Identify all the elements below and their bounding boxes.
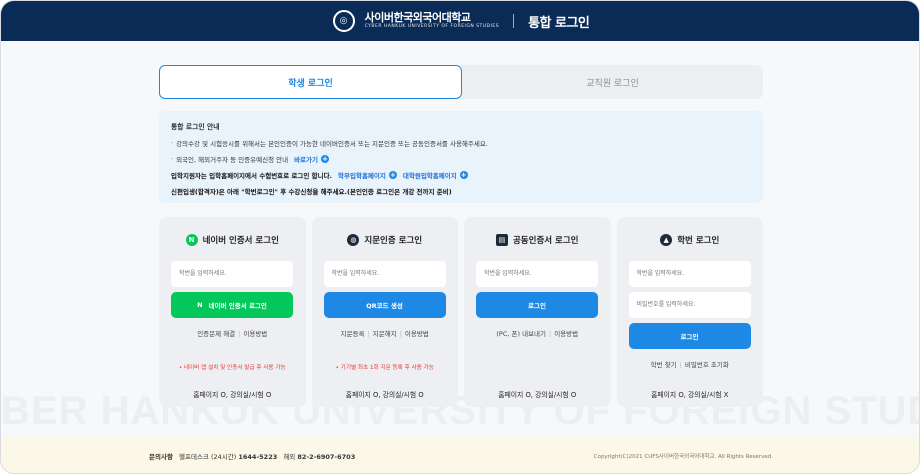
undergrad-admission-link[interactable]: 학부입학홈페이지 + [338,170,397,180]
link-separator: | [238,330,241,338]
graduation-cap-icon: ▲ [660,234,673,246]
notice-text: 외국인, 해외거주자 등 인증유예신청 안내 [176,156,289,164]
usage-guide-link[interactable]: 이용방법 [554,330,578,338]
copyright: Copyright(C)2021 CUFS사이버한국외국어대학교. All Ri… [593,454,773,460]
tab-staff-login[interactable]: 교직원 로그인 [462,65,763,99]
link-separator: | [549,330,552,338]
notice-text: 신편입생(합격자)은 아래 "학번로그인" 후 수강신청을 해주세요.(본인인증… [171,188,452,196]
student-id-login-card: ▲ 학번 로그인 로그인 학번 찾기|비밀번호 초기화 홈페이지 O, 강의실/… [616,217,764,407]
notice-text: 입학지원자는 입학홈페이지에서 수험번호로 로그인 합니다. [171,172,333,180]
naver-login-card: N 네이버 인증서 로그인 N 네이버 인증서 로그인 인증문제 해결|이용방법… [159,217,306,407]
notice-line: · 외국인, 해외거주자 등 인증유예신청 안내 바로가기 + [171,154,751,164]
bullet-dot: · [171,155,174,163]
notice-line: 신편입생(합격자)은 아래 "학번로그인" 후 수강신청을 해주세요.(본인인증… [171,186,751,196]
contact-label: 문의사항 [149,453,173,461]
fingerprint-register-link[interactable]: 지문등록 [341,330,365,338]
student-id-input[interactable] [171,261,293,287]
card-availability: 홈페이지 O, 강의실/시험 O [498,391,577,399]
login-notice: 통합 로그인 안내 · 강의수강 및 시험응시를 위해서는 본인인증이 가능한 … [159,111,763,203]
link-separator: | [399,330,402,338]
card-title-text: 지문인증 로그인 [364,236,423,246]
card-availability: 홈페이지 O, 강의실/시험 X [651,391,729,399]
student-id-input[interactable] [476,261,598,287]
card-title-text: 네이버 인증서 로그인 [202,236,279,246]
reset-password-link[interactable]: 비밀번호 초기화 [685,361,729,369]
link-label: 학부입학홈페이지 [338,172,386,180]
student-id-input[interactable] [323,261,446,287]
card-title: ▤ 공동인증서 로그인 [464,234,611,246]
notice-title: 통합 로그인 안내 [171,123,220,131]
certificate-login-card: ▤ 공동인증서 로그인 로그인 (PC, 폰) 내보내기|이용방법 홈페이지 O… [464,217,611,407]
card-links: 지문등록 | 지문해지 | 이용방법 [312,328,459,338]
naver-icon: N [197,301,203,309]
password-input[interactable] [628,292,751,318]
login-methods: N 네이버 인증서 로그인 N 네이버 인증서 로그인 인증문제 해결|이용방법… [159,217,763,407]
card-title: ◍ 지문인증 로그인 [312,234,459,246]
login-tabs: 학생 로그인 교직원 로그인 [159,65,763,99]
footer: 문의사항 헬프데스크 (24시간) 1644-5223 해외 82-2-6907… [1,437,919,473]
university-logo[interactable]: 사이버한국외국어대학교 CYBER HANKUK UNIVERSITY OF F… [365,12,499,30]
overseas-number: 82-2-6907-6703 [297,453,356,461]
card-availability: 홈페이지 O, 강의실/시험 O [193,391,272,399]
logo-english-name: CYBER HANKUK UNIVERSITY OF FOREIGN STUDI… [364,24,500,30]
certificate-export-link[interactable]: (PC, 폰) 내보내기 [496,330,546,338]
notice-line: · 강의수강 및 시험응시를 위해서는 본인인증이 가능한 네이버인증서 또는 … [171,138,751,148]
tab-student-login[interactable]: 학생 로그인 [159,65,462,99]
naver-login-button[interactable]: N 네이버 인증서 로그인 [171,292,293,318]
student-login-button[interactable]: 로그인 [628,323,751,349]
card-links: 인증문제 해결 | 이용방법 [159,328,306,338]
fingerprint-login-card: ◍ 지문인증 로그인 QR코드 생성 지문등록|지문해지|이용방법 • 기기별 … [311,217,459,407]
overseas-label: 해외 [283,453,296,461]
card-title-text: 공동인증서 로그인 [512,236,579,246]
link-separator: | [367,330,370,338]
helpdesk-label: 헬프데스크 (24시간) [179,453,237,461]
card-links: (PC, 폰) 내보내기 | 이용방법 [464,328,611,338]
deferral-shortcut-link[interactable]: 바로가기 + [294,154,329,164]
usage-guide-link[interactable]: 이용방법 [243,330,267,338]
university-seal-icon: ◎ [332,10,355,32]
auth-troubleshoot-link[interactable]: 인증문제 해결 [197,330,235,338]
login-page: ◎ 사이버한국외국어대학교 CYBER HANKUK UNIVERSITY OF… [0,0,920,474]
graduate-admission-link[interactable]: 대학원입학홈페이지 + [403,170,468,180]
card-title: N 네이버 인증서 로그인 [159,234,306,246]
helpdesk-number: 1644-5223 [238,453,278,461]
plus-circle-icon: + [388,171,397,179]
card-warning: • 네이버 앱 설치 및 인증서 발급 후 사용 가능 [178,365,286,371]
plus-circle-icon: + [459,171,468,179]
certificate-icon: ▤ [495,234,508,246]
card-links: 학번 찾기 | 비밀번호 초기화 [617,359,764,369]
card-availability: 홈페이지 O, 강의실/시험 O [345,391,424,399]
student-id-input[interactable] [628,261,751,287]
qr-generate-button[interactable]: QR코드 생성 [323,292,446,318]
notice-line: 입학지원자는 입학홈페이지에서 수험번호로 로그인 합니다. 학부입학홈페이지 … [171,170,751,180]
card-title-text: 학번 로그인 [677,236,720,246]
find-student-id-link[interactable]: 학번 찾기 [651,361,677,369]
link-label: 대학원입학홈페이지 [402,172,457,180]
notice-text: 강의수강 및 시험응시를 위해서는 본인인증이 가능한 네이버인증서 또는 지문… [176,140,488,148]
logo-korean-name: 사이버한국외국어대학교 [364,11,471,25]
plus-circle-icon: + [321,155,329,163]
naver-icon: N [185,234,198,246]
fingerprint-remove-link[interactable]: 지문해지 [373,330,397,338]
header-bar: ◎ 사이버한국외국어대학교 CYBER HANKUK UNIVERSITY OF… [1,1,919,41]
usage-guide-link[interactable]: 이용방법 [405,330,429,338]
header-divider [513,14,515,28]
card-warning: • 기기별 최초 1회 지문 등록 후 사용 가능 [335,365,434,371]
button-label: 네이버 인증서 로그인 [208,302,267,310]
link-separator: | [679,361,682,369]
page-title: 통합 로그인 [528,15,590,31]
bullet-dot: · [171,139,174,147]
link-label: 바로가기 [294,156,318,164]
certificate-login-button[interactable]: 로그인 [476,292,598,318]
fingerprint-icon: ◍ [347,234,360,246]
card-title: ▲ 학번 로그인 [617,234,764,246]
footer-contact: 문의사항 헬프데스크 (24시간) 1644-5223 해외 82-2-6907… [149,451,359,461]
